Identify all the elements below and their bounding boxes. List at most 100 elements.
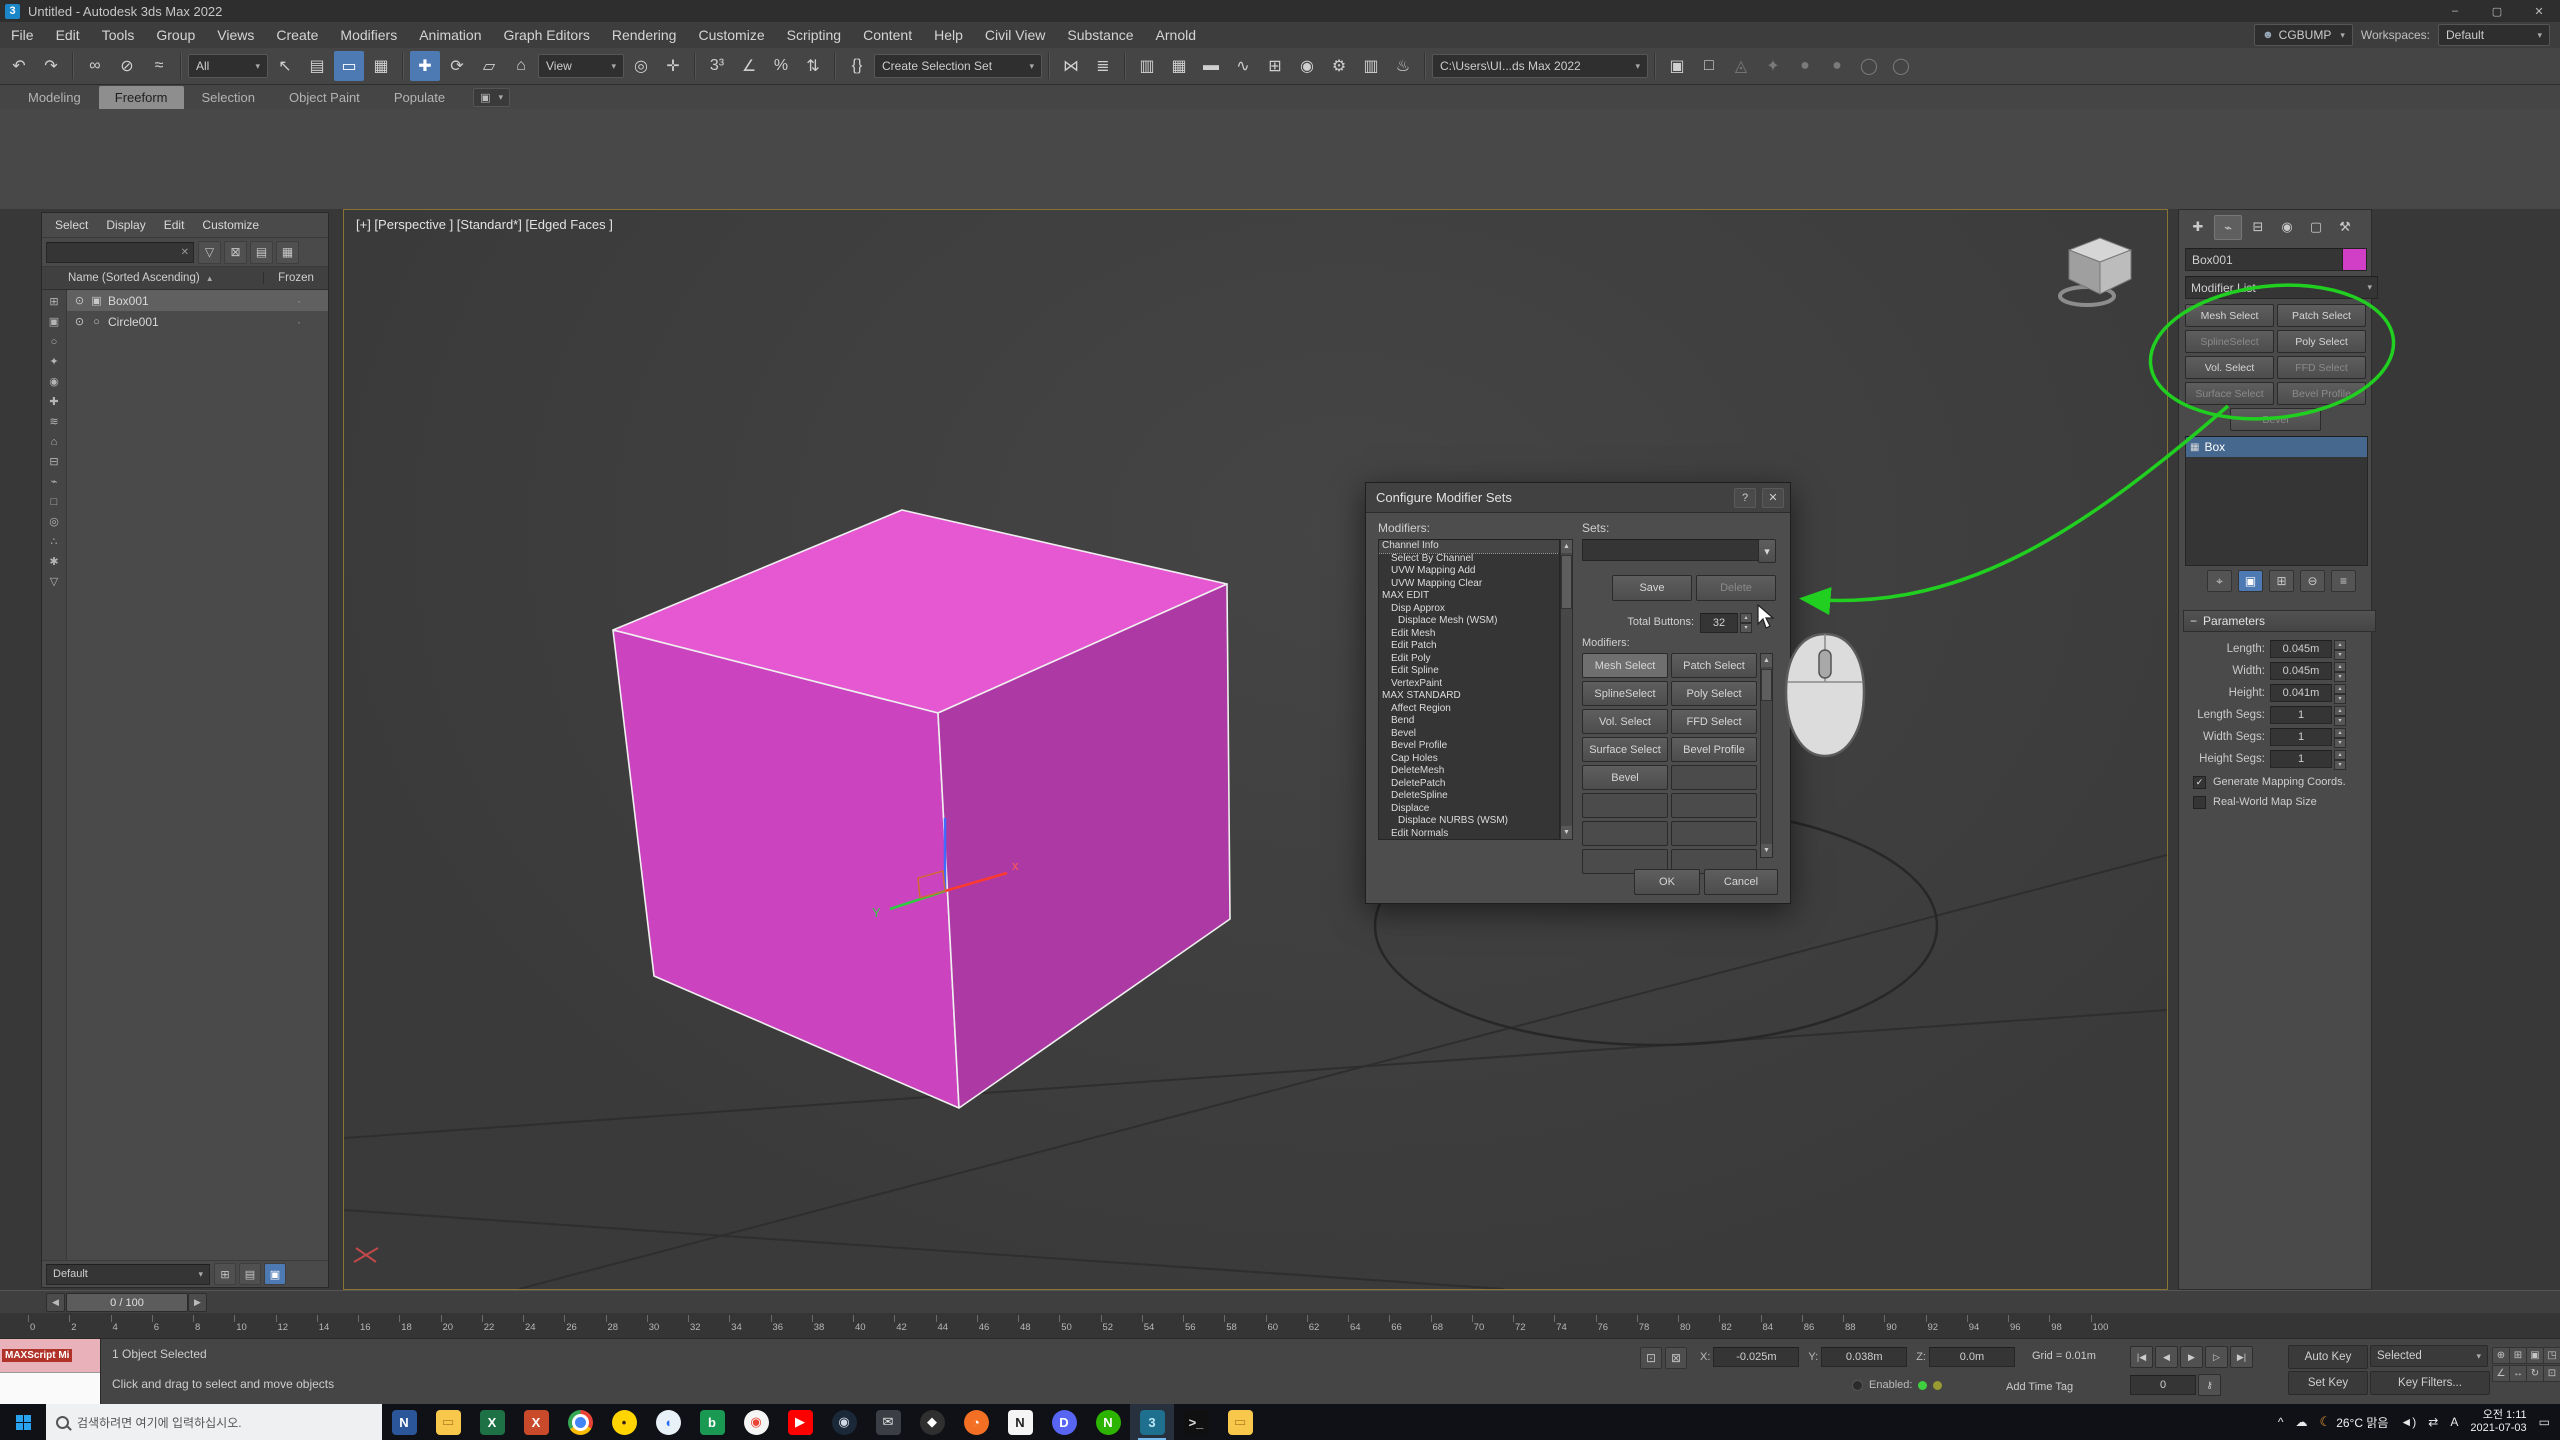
frame-tick[interactable]: 78 xyxy=(1637,1313,1678,1338)
percent-snap-icon[interactable]: % xyxy=(766,51,796,81)
menu-edit[interactable]: Edit xyxy=(45,27,91,43)
taskbar-app-epic[interactable]: ◆ xyxy=(910,1404,954,1440)
panel-modifier-button-mesh-select[interactable]: Mesh Select xyxy=(2185,304,2274,327)
show-lights-toggle-icon[interactable]: ✦ xyxy=(44,352,64,371)
tab-create-icon[interactable]: ✚ xyxy=(2185,215,2211,238)
taskbar-app-kakaotalk[interactable]: • xyxy=(602,1404,646,1440)
modifier-list-dropdown[interactable]: Modifier List ▾ xyxy=(2185,276,2378,299)
unlink-selection-icon[interactable]: ⊘ xyxy=(112,51,142,81)
zoom-icon[interactable]: ⊕ xyxy=(2492,1347,2510,1364)
render-production-icon[interactable]: ♨ xyxy=(1388,51,1418,81)
spinner-up-icon[interactable]: ▴ xyxy=(2334,640,2346,650)
ribbon-tab-selection[interactable]: Selection xyxy=(186,86,271,109)
maximize-viewport-icon[interactable]: ⊡ xyxy=(2543,1365,2560,1382)
workspace-select[interactable]: Default ▾ xyxy=(2438,24,2550,46)
show-helpers-toggle-icon[interactable]: ✚ xyxy=(44,392,64,411)
maxscript-mini-listener[interactable]: MAXScript Mi xyxy=(0,1339,101,1405)
taskbar-app-3dsmax[interactable]: 3 xyxy=(1130,1404,1174,1440)
viewcube[interactable] xyxy=(2057,232,2143,318)
menu-customize[interactable]: Customize xyxy=(687,27,775,43)
window-crossing-icon[interactable]: ▦ xyxy=(366,51,396,81)
spinner-up-icon[interactable]: ▴ xyxy=(2334,750,2346,760)
select-and-manipulate-icon[interactable]: ✛ xyxy=(658,51,688,81)
clock[interactable]: 오전 1:11 2021-07-03 xyxy=(2470,1409,2526,1435)
show-shapes-toggle-icon[interactable]: ○ xyxy=(44,332,64,351)
menu-group[interactable]: Group xyxy=(145,27,206,43)
volume-icon[interactable]: ◄) xyxy=(2400,1415,2416,1429)
tab-hierarchy-icon[interactable]: ⊟ xyxy=(2245,215,2271,238)
dialog-modifier-button-empty[interactable] xyxy=(1582,821,1668,846)
current-frame-field[interactable]: 0 xyxy=(2130,1375,2196,1395)
frame-tick[interactable]: 10 xyxy=(234,1313,275,1338)
frame-tick[interactable]: 18 xyxy=(399,1313,440,1338)
frame-tick[interactable]: 84 xyxy=(1761,1313,1802,1338)
rendered-frame-window-icon[interactable]: ▥ xyxy=(1356,51,1386,81)
menu-graph-editors[interactable]: Graph Editors xyxy=(492,27,600,43)
menu-rendering[interactable]: Rendering xyxy=(601,27,688,43)
taskbar-app-steam[interactable]: ◉ xyxy=(822,1404,866,1440)
chevron-up-icon[interactable]: ^ xyxy=(2278,1415,2284,1429)
active-layer-select[interactable]: Default ▾ xyxy=(46,1264,210,1285)
dialog-modifier-button-bevel-profile[interactable]: Bevel Profile xyxy=(1671,737,1757,762)
account-menu[interactable]: ☻ CGBUMP ▾ xyxy=(2254,24,2353,46)
taskbar-app-excel[interactable]: X xyxy=(470,1404,514,1440)
modifier-list-item[interactable]: Bend xyxy=(1379,715,1559,728)
coordinate-value[interactable]: 0.038m xyxy=(1821,1347,1907,1367)
modifier-list-item[interactable]: Displace xyxy=(1379,803,1559,816)
taskbar-app-mail[interactable]: ✉ xyxy=(866,1404,910,1440)
taskbar-app-x[interactable]: X xyxy=(514,1404,558,1440)
frame-tick[interactable]: 48 xyxy=(1018,1313,1059,1338)
taskbar-app-onenote[interactable]: N xyxy=(382,1404,426,1440)
frame-tick[interactable]: 86 xyxy=(1802,1313,1843,1338)
scroll-track[interactable] xyxy=(1761,667,1772,844)
show-frozen-toggle-icon[interactable]: ✱ xyxy=(44,552,64,571)
taskbar-app-folder[interactable]: ▭ xyxy=(1218,1404,1262,1440)
explorer-menu-display[interactable]: Display xyxy=(97,218,154,232)
modifier-list-item[interactable]: Affect Region xyxy=(1379,703,1559,716)
frame-tick[interactable]: 40 xyxy=(853,1313,894,1338)
next-frame-arrow[interactable]: ▶ xyxy=(188,1293,207,1312)
menu-create[interactable]: Create xyxy=(265,27,329,43)
auto-key-button[interactable]: Auto Key xyxy=(2288,1345,2368,1369)
play-animation-icon[interactable]: ▶ xyxy=(2180,1346,2203,1368)
frozen-toggle[interactable]: · xyxy=(270,294,328,308)
scroll-up-icon[interactable]: ▲ xyxy=(1761,654,1772,667)
pan-icon[interactable]: ↔ xyxy=(2509,1365,2527,1382)
modifier-list-item[interactable]: Disp Approx xyxy=(1379,603,1559,616)
edit-named-selection-sets-icon[interactable]: {} xyxy=(842,51,872,81)
next-frame-icon[interactable]: ▷ xyxy=(2205,1346,2228,1368)
modifier-list-item[interactable]: VertexPaint xyxy=(1379,678,1559,691)
taskbar-app-band[interactable]: b xyxy=(690,1404,734,1440)
panel-modifier-button-vol-select[interactable]: Vol. Select xyxy=(2185,356,2274,379)
ribbon-tab-populate[interactable]: Populate xyxy=(378,86,461,109)
dialog-modifier-button-empty[interactable] xyxy=(1671,821,1757,846)
modifier-list-item[interactable]: Edit Spline xyxy=(1379,665,1559,678)
spinner-down-icon[interactable]: ▾ xyxy=(2334,738,2346,748)
selection-lock-icon[interactable]: ⊠ xyxy=(1665,1347,1687,1369)
modifier-list-item[interactable]: DeleteSpline xyxy=(1379,790,1559,803)
rollout-collapse-icon[interactable]: − xyxy=(2190,614,2197,628)
lamp-toggle-3-icon[interactable]: ◯ xyxy=(1854,51,1884,81)
frame-tick[interactable]: 34 xyxy=(729,1313,770,1338)
parameter-value-width-segs[interactable]: 1 xyxy=(2270,728,2332,746)
panel-modifier-button-ffd-select[interactable]: FFD Select xyxy=(2277,356,2366,379)
toggle-layer-explorer-icon[interactable]: ▦ xyxy=(1164,51,1194,81)
tab-motion-icon[interactable]: ◉ xyxy=(2274,215,2300,238)
taskbar-search-input[interactable]: 검색하려면 여기에 입력하십시오. xyxy=(46,1404,382,1440)
lamp-toggle-1-icon[interactable]: ● xyxy=(1790,51,1820,81)
frame-tick[interactable]: 54 xyxy=(1142,1313,1183,1338)
taskbar-app-explorer[interactable]: ▭ xyxy=(426,1404,470,1440)
spinner-up-icon[interactable]: ▴ xyxy=(2334,706,2346,716)
modifier-list-item[interactable]: Select By Channel xyxy=(1379,553,1559,566)
taskbar-app-chrome[interactable] xyxy=(558,1404,602,1440)
undo-icon[interactable]: ↶ xyxy=(4,51,34,81)
total-buttons-field[interactable]: 32 xyxy=(1700,613,1738,633)
frame-tick[interactable]: 42 xyxy=(894,1313,935,1338)
align-icon[interactable]: ≣ xyxy=(1088,51,1118,81)
frame-tick[interactable]: 56 xyxy=(1183,1313,1224,1338)
frame-tick[interactable]: 44 xyxy=(936,1313,977,1338)
frame-tick[interactable]: 8 xyxy=(193,1313,234,1338)
menu-scripting[interactable]: Scripting xyxy=(776,27,852,43)
tab-modify-icon[interactable]: ⌁ xyxy=(2214,215,2242,240)
go-to-start-icon[interactable]: |◀ xyxy=(2130,1346,2153,1368)
